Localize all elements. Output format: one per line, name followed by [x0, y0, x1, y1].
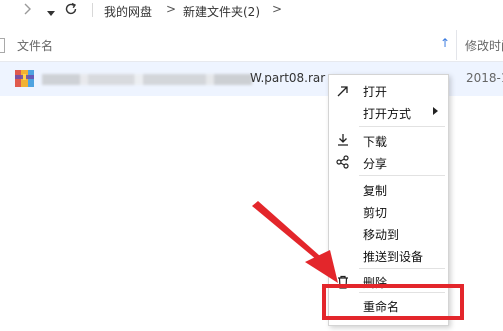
breadcrumb-item-root[interactable]: 我的网盘	[104, 3, 152, 20]
caret-down-icon[interactable]	[47, 6, 55, 20]
select-all-checkbox[interactable]	[0, 38, 5, 53]
column-divider[interactable]	[456, 30, 457, 60]
rar-file-icon	[15, 70, 34, 87]
menu-separator	[359, 126, 445, 127]
menu-separator	[359, 175, 445, 176]
breadcrumb-separator: >	[272, 2, 283, 16]
menu-item-share[interactable]: 分享	[363, 155, 387, 172]
menu-item-push-to-device[interactable]: 推送到设备	[363, 248, 423, 265]
menu-item-open-with[interactable]: 打开方式	[363, 105, 411, 122]
menu-item-copy[interactable]: 复制	[363, 182, 387, 199]
annotation-highlight-box	[322, 284, 464, 320]
refresh-icon[interactable]	[64, 2, 78, 19]
file-list-header	[0, 28, 503, 62]
menu-item-download[interactable]: 下载	[363, 133, 387, 150]
file-name[interactable]: W.part08.rar	[250, 71, 325, 85]
column-header-name[interactable]: 文件名	[17, 37, 53, 54]
redacted-filename	[42, 74, 252, 85]
download-icon	[335, 132, 351, 148]
menu-item-open[interactable]: 打开	[363, 83, 387, 100]
file-modified-date: 2018-1	[466, 71, 503, 85]
menu-separator	[359, 268, 445, 269]
forward-icon[interactable]	[22, 1, 34, 20]
menu-item-cut[interactable]: 剪切	[363, 204, 387, 221]
column-header-modified[interactable]: 修改时间	[465, 37, 503, 54]
menu-item-move-to[interactable]: 移动到	[363, 226, 399, 243]
sort-ascending-icon[interactable]: ↑	[440, 36, 450, 50]
submenu-arrow-icon	[433, 107, 438, 117]
toolbar: 我的网盘 > 新建文件夹(2) >	[0, 0, 503, 22]
breadcrumb-item-folder[interactable]: 新建文件夹(2)	[183, 3, 260, 20]
breadcrumb-separator: >	[166, 2, 177, 16]
share-icon	[335, 154, 351, 170]
open-icon	[335, 83, 351, 99]
toolbar-divider	[92, 3, 93, 17]
